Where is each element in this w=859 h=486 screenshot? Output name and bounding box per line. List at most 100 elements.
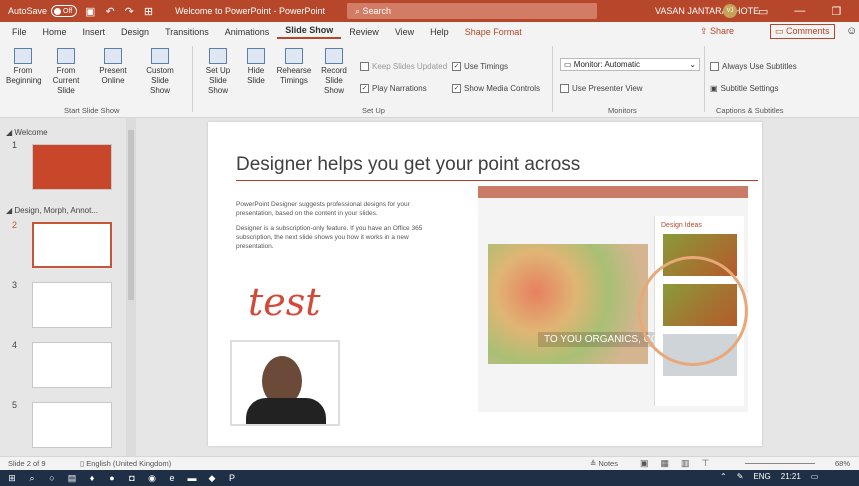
from-beginning-button[interactable]: From Beginning	[6, 48, 42, 86]
notification-icon[interactable]: ▭	[811, 472, 819, 481]
subtitle-settings-button[interactable]: ▣ Subtitle Settings	[710, 84, 778, 93]
slideshow-view-icon[interactable]: ⊤	[702, 458, 710, 469]
hide-slide-label: Hide Slide	[247, 66, 265, 85]
scroll-thumb[interactable]	[128, 130, 134, 300]
pen-icon[interactable]: ✎	[737, 472, 744, 481]
slide-thumbnail-4[interactable]	[32, 342, 112, 388]
tab-file[interactable]: File	[4, 27, 35, 37]
chrome-icon[interactable]: ◉	[144, 473, 160, 484]
tab-home[interactable]: Home	[35, 27, 75, 37]
slide-title[interactable]: Designer helps you get your point across	[236, 154, 580, 176]
feedback-icon[interactable]: ☺	[846, 25, 857, 37]
slide-thumbnail-1[interactable]	[32, 144, 112, 190]
from-current-button[interactable]: From Current Slide	[44, 48, 88, 96]
app-icon[interactable]: ◆	[204, 473, 220, 484]
rehearse-timings-button[interactable]: Rehearse Timings	[276, 48, 312, 86]
tray-language[interactable]: ENG	[753, 472, 770, 481]
play-narrations-check[interactable]: ✓ Play Narrations	[360, 84, 427, 93]
explorer-icon[interactable]: ▬	[184, 473, 200, 483]
search-icon[interactable]: ⌕	[24, 473, 40, 484]
ink-annotation[interactable]: test	[248, 280, 321, 324]
always-subtitles-check[interactable]: Always Use Subtitles	[710, 62, 797, 71]
autosave-label: AutoSave	[8, 6, 48, 16]
tab-review[interactable]: Review	[341, 27, 387, 37]
share-button[interactable]: ⇪ Share	[700, 26, 734, 37]
tab-shape-format[interactable]: Shape Format	[457, 27, 530, 37]
custom-slide-show-button[interactable]: Custom Slide Show	[140, 48, 180, 96]
task-view-icon[interactable]: ▤	[64, 473, 80, 484]
avatar[interactable]: VJ	[723, 4, 737, 18]
comments-label: Comments	[786, 26, 830, 36]
keep-updated-label: Keep Slides Updated	[372, 62, 448, 71]
notes-button[interactable]: ≜ Notes	[590, 459, 618, 468]
save-icon[interactable]: ▣	[85, 5, 95, 18]
slide-thumbnail-3[interactable]	[32, 282, 112, 328]
minimize-icon[interactable]: —	[794, 5, 805, 18]
section-design[interactable]: ◢ Design, Morph, Annot...	[6, 206, 98, 215]
start-icon[interactable]: ⊞	[4, 473, 20, 484]
tab-insert[interactable]: Insert	[75, 27, 114, 37]
present-icon[interactable]: ⊞	[144, 5, 153, 18]
keep-slides-updated-check[interactable]: Keep Slides Updated	[360, 62, 447, 71]
tray-arrow-icon[interactable]: ⌃	[720, 472, 727, 481]
body-paragraph: PowerPoint Designer suggests professiona…	[236, 201, 410, 217]
hide-slide-button[interactable]: Hide Slide	[244, 48, 268, 86]
ribbon-display-icon[interactable]: ▭	[758, 5, 768, 18]
subtitle-icon: ▣	[710, 84, 718, 93]
monitor-select[interactable]: ▭ Monitor: Automatic ⌄	[560, 58, 700, 71]
zoom-level[interactable]: 68%	[835, 459, 850, 468]
tab-transitions[interactable]: Transitions	[157, 27, 217, 37]
show-media-controls-check[interactable]: ✓ Show Media Controls	[452, 84, 540, 93]
hide-slide-icon	[247, 48, 265, 64]
presenter-view-check[interactable]: Use Presenter View	[560, 84, 643, 93]
tab-help[interactable]: Help	[422, 27, 457, 37]
presenter-photo[interactable]	[230, 340, 340, 426]
app-icon[interactable]: ♦	[84, 473, 100, 483]
tab-view[interactable]: View	[387, 27, 422, 37]
setup-group-label: Set Up	[362, 106, 385, 115]
slide-sorter-icon[interactable]: ▦	[661, 458, 670, 469]
maximize-icon[interactable]: ❐	[831, 5, 841, 18]
autosave-toggle[interactable]: Off	[51, 5, 78, 17]
slide-body-text[interactable]: PowerPoint Designer suggests professiona…	[236, 200, 436, 257]
store-icon[interactable]: ◘	[124, 473, 140, 483]
user-name[interactable]: VASAN JANTARACHOTE	[655, 6, 759, 16]
cortana-icon[interactable]: ○	[44, 473, 60, 483]
slide-thumbnail-panel: ◢ Welcome 1 ◢ Design, Morph, Annot... 2 …	[0, 118, 138, 456]
tab-slide-show[interactable]: Slide Show	[277, 25, 342, 39]
play-narrations-label: Play Narrations	[372, 84, 427, 93]
slide-canvas[interactable]: Designer helps you get your point across…	[208, 122, 762, 446]
clock[interactable]: 21:21	[781, 472, 801, 481]
record-label: Record Slide Show	[321, 66, 347, 95]
setup-show-button[interactable]: Set Up Slide Show	[198, 48, 238, 96]
redo-icon[interactable]: ↷	[125, 5, 134, 18]
section-welcome[interactable]: ◢ Welcome	[6, 128, 48, 137]
use-timings-label: Use Timings	[464, 62, 509, 71]
slide-counter: Slide 2 of 9	[8, 459, 46, 468]
language-status[interactable]: ▯ English (United Kingdom)	[80, 459, 171, 468]
reading-view-icon[interactable]: ▥	[681, 458, 690, 469]
record-slide-show-button[interactable]: Record Slide Show	[314, 48, 354, 96]
present-online-button[interactable]: Present Online	[94, 48, 132, 86]
zoom-slider[interactable]	[745, 463, 815, 464]
undo-icon[interactable]: ↶	[105, 5, 114, 18]
powerpoint-icon[interactable]: P	[224, 473, 240, 483]
slide-thumbnail-2[interactable]	[32, 222, 112, 268]
designer-screenshot[interactable]: TO YOU ORGANICS, CO. Design Ideas	[478, 186, 748, 412]
use-timings-check[interactable]: ✓ Use Timings	[452, 62, 508, 71]
thumb-number: 5	[12, 400, 18, 410]
edge-icon[interactable]: e	[164, 473, 180, 483]
from-current-icon	[57, 48, 75, 64]
tab-animations[interactable]: Animations	[217, 27, 278, 37]
comments-button[interactable]: ▭ Comments	[770, 24, 835, 39]
start-group-label: Start Slide Show	[64, 106, 120, 115]
slide-thumbnail-5[interactable]	[32, 402, 112, 448]
normal-view-icon[interactable]: ▣	[640, 458, 649, 469]
app-icon[interactable]: ●	[104, 473, 120, 483]
thumbnail-scrollbar[interactable]	[126, 118, 136, 456]
language-label: English (United Kingdom)	[86, 459, 172, 468]
checkbox	[560, 84, 569, 93]
search-box[interactable]: ⌕ Search	[347, 3, 597, 19]
tab-design[interactable]: Design	[113, 27, 157, 37]
thumb-number: 1	[12, 140, 18, 150]
